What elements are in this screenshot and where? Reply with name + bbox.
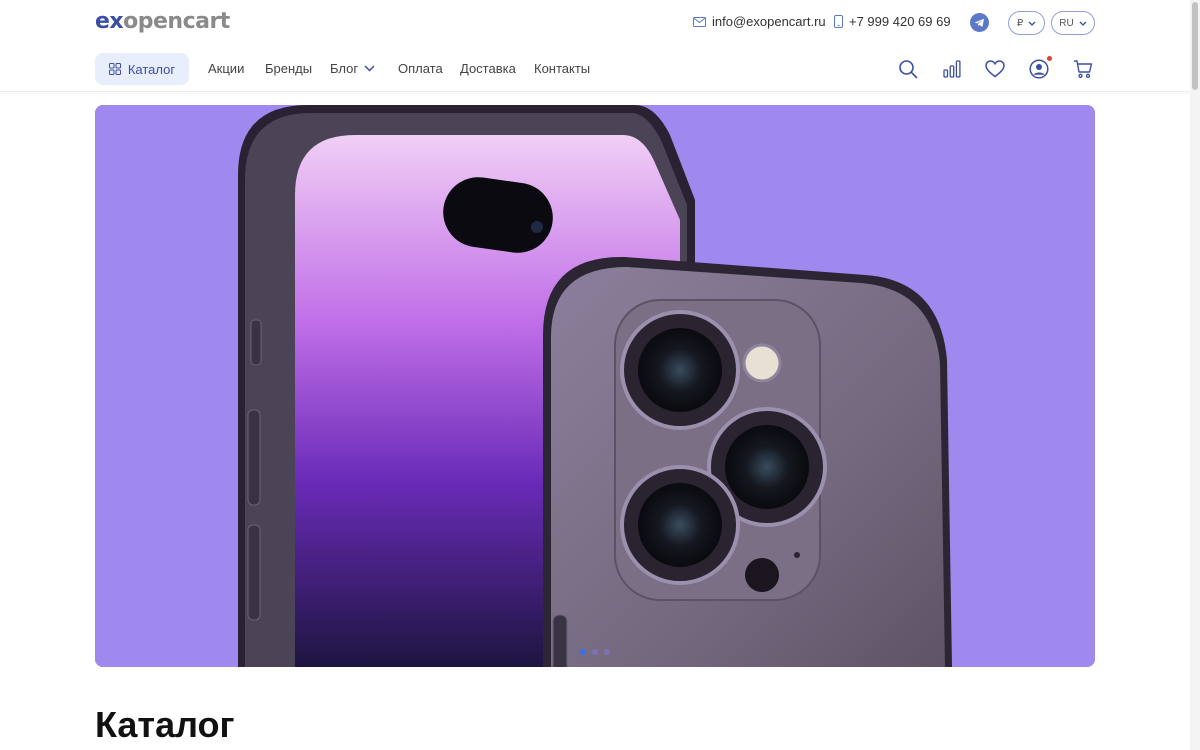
slider-dot[interactable] [592, 649, 598, 655]
phone-text: +7 999 420 69 69 [849, 14, 951, 29]
nav-label: Акции [208, 61, 245, 76]
nav-item-contacts[interactable]: Контакты [534, 61, 590, 76]
top-bar: exopencart info@exopencart.ru +7 999 420… [0, 0, 1200, 46]
scrollbar[interactable] [1190, 0, 1200, 750]
nav-label: Оплата [398, 61, 443, 76]
logo-ex: ex [95, 9, 124, 34]
main-nav: Каталог Акции Бренды Блог Оплата Доставк… [0, 46, 1200, 92]
nav-label: Доставка [460, 61, 516, 76]
language-select[interactable]: RU [1051, 11, 1095, 35]
logo-rest: opencart [123, 9, 230, 34]
scroll-thumb[interactable] [1192, 2, 1198, 90]
grid-icon [108, 63, 121, 75]
email-link[interactable]: info@exopencart.ru [693, 14, 826, 29]
nav-item-brands[interactable]: Бренды [265, 61, 312, 76]
nav-item-promo[interactable]: Акции [208, 61, 244, 76]
phone-icon [834, 15, 843, 28]
cart-icon[interactable] [1071, 57, 1095, 81]
user-icon[interactable] [1027, 56, 1052, 81]
telegram-icon[interactable] [970, 13, 989, 32]
nav-item-delivery[interactable]: Доставка [460, 61, 516, 76]
chevron-down-icon [1079, 21, 1087, 26]
heart-icon[interactable] [983, 57, 1007, 81]
nav-label: Контакты [534, 61, 591, 76]
language-value: RU [1059, 17, 1074, 29]
phone-link[interactable]: +7 999 420 69 69 [834, 14, 951, 29]
chevron-down-icon [364, 65, 375, 72]
compare-icon[interactable] [940, 57, 964, 81]
slider-dot[interactable] [604, 649, 610, 655]
nav-label: Блог [330, 61, 359, 76]
slider-dots [580, 649, 610, 655]
currency-select[interactable]: ₽ [1008, 11, 1045, 35]
mail-icon [693, 16, 706, 27]
notification-dot [1047, 56, 1052, 61]
logo[interactable]: exopencart [95, 8, 230, 36]
nav-item-payment[interactable]: Оплата [398, 61, 443, 76]
banner-image [95, 105, 1095, 667]
catalog-label: Каталог [127, 61, 176, 77]
search-icon[interactable] [896, 57, 920, 81]
hero-banner[interactable] [95, 105, 1095, 667]
nav-item-blog[interactable]: Блог [330, 61, 375, 76]
catalog-button[interactable]: Каталог [95, 53, 189, 85]
catalog-heading: Каталог [95, 704, 235, 745]
chevron-down-icon [1028, 21, 1036, 26]
email-text: info@exopencart.ru [712, 14, 826, 29]
nav-label: Бренды [265, 61, 313, 76]
slider-dot[interactable] [580, 649, 586, 655]
currency-value: ₽ [1016, 17, 1024, 29]
